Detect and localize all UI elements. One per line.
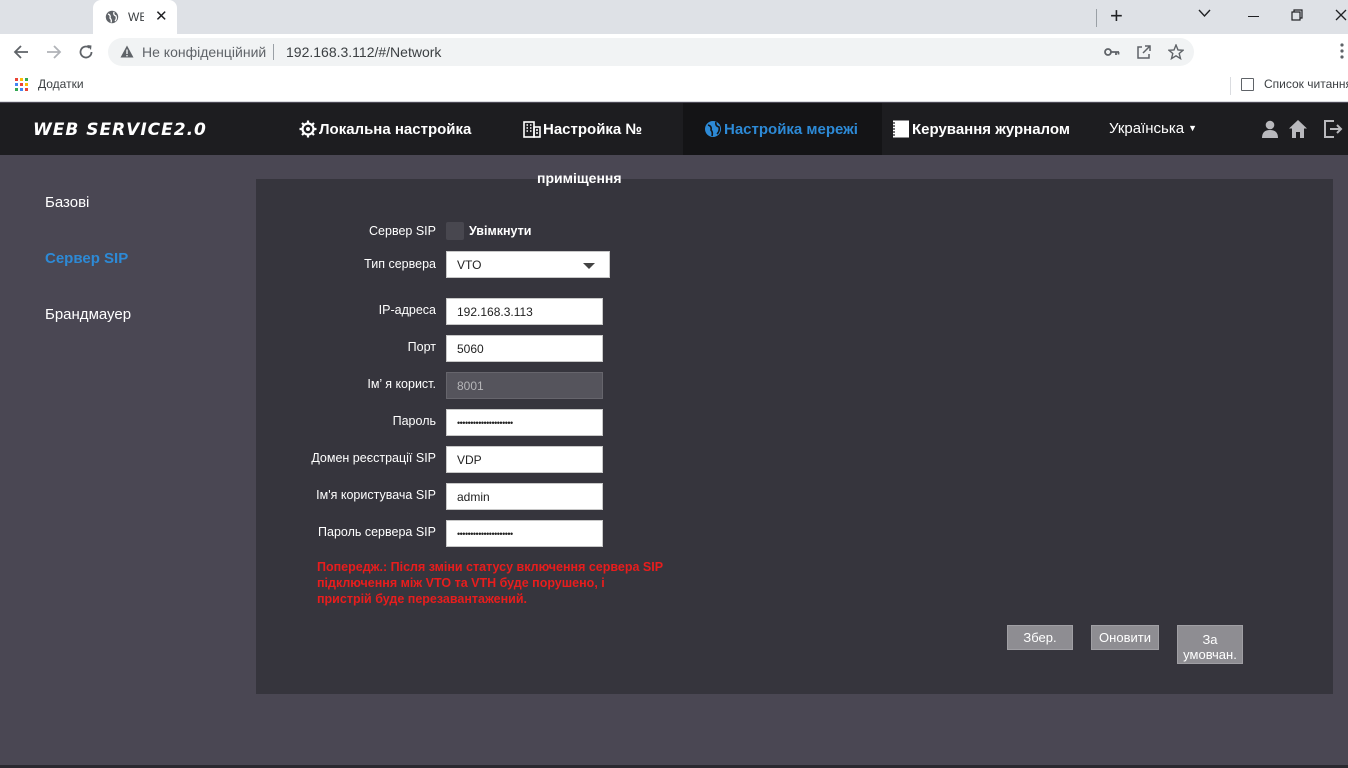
language-select[interactable]: Українська ▼ bbox=[1109, 120, 1197, 137]
new-tab-button[interactable]: + bbox=[1110, 4, 1123, 28]
browser-toolbar: Не конфіденційний 192.168.3.112/#/Networ… bbox=[0, 34, 1348, 70]
server-type-select[interactable]: VTO bbox=[446, 251, 610, 278]
forward-arrow-icon[interactable] bbox=[46, 44, 62, 60]
sip-domain-label: Домен реєстрації SIP bbox=[311, 451, 436, 465]
language-value: Українська bbox=[1109, 120, 1185, 137]
star-icon[interactable] bbox=[1168, 44, 1184, 60]
server-type-value: VTO bbox=[457, 258, 482, 272]
globe-icon bbox=[105, 10, 119, 24]
address-separator bbox=[273, 44, 274, 60]
sip-server-label: Сервер SIP bbox=[369, 224, 436, 238]
minimize-icon[interactable] bbox=[1248, 16, 1259, 17]
enable-label: Увімкнути bbox=[469, 224, 532, 238]
warning-triangle-icon bbox=[120, 45, 134, 58]
warning-message: Попередж.: Після зміни статусу включення… bbox=[317, 559, 687, 607]
nav-room-settings[interactable]: Настройка № bbox=[523, 103, 642, 155]
warning-line: підключення між VTO та VTH буде порушено… bbox=[317, 576, 605, 590]
app-logo: WEB SERVICE2.0 bbox=[33, 120, 207, 140]
nav-network-settings[interactable]: Настройка мережі bbox=[683, 103, 882, 155]
address-bar[interactable]: Не конфіденційний 192.168.3.112/#/Networ… bbox=[108, 38, 1194, 66]
default-button[interactable]: За умовчан. bbox=[1177, 625, 1243, 664]
sip-server-password-label: Пароль сервера SIP bbox=[318, 525, 436, 539]
sip-username-input[interactable] bbox=[446, 483, 603, 510]
sidebar-item-sip-server[interactable]: Сервер SIP bbox=[45, 250, 128, 267]
dropdown-arrow-icon bbox=[583, 263, 595, 269]
bookmarks-bar: Додатки Список читання bbox=[0, 70, 1348, 102]
ip-address-input[interactable] bbox=[446, 298, 603, 325]
refresh-button[interactable]: Оновити bbox=[1091, 625, 1159, 650]
nav-label: Локальна настройка bbox=[319, 120, 472, 138]
port-input[interactable] bbox=[446, 335, 603, 362]
restore-icon[interactable] bbox=[1291, 9, 1303, 21]
username-input bbox=[446, 372, 603, 399]
reading-list-icon[interactable] bbox=[1241, 78, 1254, 91]
warning-line: пристрій буде перезавантажений. bbox=[317, 592, 527, 606]
reload-icon[interactable] bbox=[78, 44, 94, 60]
building-icon bbox=[523, 121, 541, 138]
sip-username-label: Ім'я користувача SIP bbox=[316, 488, 436, 502]
home-icon[interactable] bbox=[1288, 119, 1308, 139]
close-window-icon[interactable] bbox=[1335, 9, 1347, 21]
server-type-label: Тип сервера bbox=[364, 257, 436, 271]
default-button-line: умовчан. bbox=[1183, 646, 1237, 662]
share-icon[interactable] bbox=[1136, 44, 1152, 60]
key-icon[interactable] bbox=[1104, 46, 1120, 58]
sip-domain-input[interactable] bbox=[446, 446, 603, 473]
url-text[interactable]: 192.168.3.112/#/Network bbox=[286, 44, 441, 60]
reading-list-button[interactable]: Список читання bbox=[1264, 77, 1348, 91]
sip-server-password-input[interactable] bbox=[446, 520, 603, 547]
tab-title: WEB bbox=[128, 10, 144, 24]
ip-address-label: IP-адреса bbox=[378, 303, 436, 317]
nav-label: Настройка мережі bbox=[724, 120, 858, 138]
log-icon bbox=[893, 120, 909, 138]
close-tab-icon[interactable]: ✕ bbox=[155, 8, 168, 26]
tab-search-icon[interactable] bbox=[1198, 9, 1211, 18]
password-label: Пароль bbox=[392, 414, 436, 428]
app-header: WEB SERVICE2.0 Локальна настройка Настро… bbox=[0, 103, 1348, 155]
browser-tab-strip: WEB ✕ + bbox=[0, 0, 1348, 34]
apps-bookmark[interactable]: Додатки bbox=[38, 77, 84, 91]
nav-label: Настройка № bbox=[543, 120, 643, 138]
warning-line: Попередж.: Після зміни статусу включення… bbox=[317, 560, 664, 574]
logout-icon[interactable] bbox=[1323, 119, 1343, 139]
globe-icon bbox=[705, 121, 721, 137]
nav-label: Керування журналом bbox=[912, 120, 1070, 138]
gear-icon bbox=[299, 120, 317, 138]
sidebar-item-basic[interactable]: Базові bbox=[45, 194, 89, 211]
security-status[interactable]: Не конфіденційний bbox=[142, 44, 266, 60]
default-button-line: За bbox=[1202, 631, 1218, 647]
tab-separator bbox=[1096, 9, 1097, 27]
nav-continuation-text: приміщення bbox=[537, 170, 622, 186]
user-icon[interactable] bbox=[1260, 119, 1280, 139]
enable-checkbox[interactable] bbox=[446, 222, 464, 240]
sidebar-item-firewall[interactable]: Брандмауер bbox=[45, 306, 131, 323]
chevron-down-icon: ▼ bbox=[1188, 123, 1198, 133]
nav-log-management[interactable]: Керування журналом bbox=[892, 103, 1070, 155]
password-input[interactable] bbox=[446, 409, 603, 436]
nav-local-settings[interactable]: Локальна настройка bbox=[299, 103, 471, 155]
save-button[interactable]: Збер. bbox=[1007, 625, 1073, 650]
apps-grid-icon[interactable] bbox=[15, 78, 28, 91]
username-label: Ім’ я корист. bbox=[367, 377, 436, 391]
bookmarks-separator bbox=[1230, 77, 1231, 95]
port-label: Порт bbox=[407, 340, 436, 354]
back-arrow-icon[interactable] bbox=[13, 44, 29, 60]
browser-tab[interactable]: WEB ✕ bbox=[93, 0, 177, 34]
